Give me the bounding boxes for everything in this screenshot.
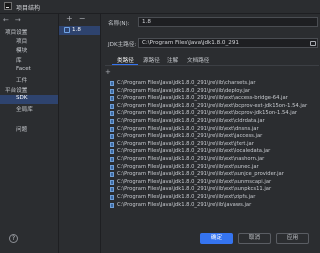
tab-annotations[interactable]: 注解 bbox=[167, 56, 178, 64]
jar-icon bbox=[110, 96, 114, 102]
jar-icon bbox=[110, 172, 114, 178]
left-navigation: ← → 项目设置 项目 模块 库 Facet 工件 平台设置 SDK 全局库 问题 bbox=[0, 14, 59, 253]
jar-icon bbox=[110, 202, 114, 208]
jar-icon bbox=[110, 194, 114, 200]
add-sdk-button[interactable]: + bbox=[66, 14, 73, 23]
tab-sourcepath[interactable]: 源路径 bbox=[143, 56, 160, 64]
jar-icon bbox=[110, 187, 114, 193]
jar-icon bbox=[110, 156, 114, 162]
tab-classpath[interactable]: 类路径 bbox=[117, 56, 134, 64]
help-button[interactable]: ? bbox=[9, 234, 18, 243]
back-arrow-icon[interactable]: ← bbox=[3, 16, 9, 24]
tab-documentation[interactable]: 文档路径 bbox=[187, 56, 209, 64]
nav-item-global-libraries[interactable]: 全局库 bbox=[16, 105, 33, 113]
forward-arrow-icon[interactable]: → bbox=[15, 16, 21, 24]
jar-icon bbox=[110, 88, 114, 94]
project-settings-header: 项目设置 bbox=[5, 30, 28, 36]
intellij-app-icon bbox=[4, 2, 12, 10]
apply-button[interactable]: 应用 bbox=[276, 233, 309, 244]
nav-history: ← → bbox=[3, 16, 27, 24]
jdk-folder-icon bbox=[64, 27, 70, 33]
sdk-list-item[interactable]: 1.8 bbox=[59, 26, 100, 35]
title-bar: 项目结构 bbox=[0, 0, 320, 14]
sdk-detail-panel: 名称(N): 1.8 JDK主路径: C:\Program Files\Java… bbox=[101, 14, 320, 253]
jar-icon bbox=[110, 103, 114, 109]
nav-item-project[interactable]: 项目 bbox=[16, 37, 27, 45]
jar-icon bbox=[110, 111, 114, 117]
jdk-home-path-input[interactable]: C:\Program Files\Java\jdk1.8.0_291 bbox=[138, 38, 318, 48]
sdk-toolbar: + − bbox=[66, 14, 91, 23]
jar-icon bbox=[110, 118, 114, 124]
jar-icon bbox=[110, 141, 114, 147]
browse-folder-icon[interactable] bbox=[310, 40, 316, 46]
nav-item-problems[interactable]: 问题 bbox=[16, 125, 27, 133]
nav-item-sdk[interactable]: SDK bbox=[0, 95, 58, 104]
jar-icon bbox=[110, 164, 114, 170]
sdk-item-label: 1.8 bbox=[72, 27, 81, 33]
jar-icon bbox=[110, 149, 114, 155]
nav-item-facets[interactable]: Facet bbox=[16, 66, 31, 72]
nav-item-artifacts[interactable]: 工件 bbox=[16, 76, 27, 84]
cancel-button[interactable]: 取消 bbox=[238, 233, 271, 244]
sdk-name-input[interactable]: 1.8 bbox=[138, 17, 318, 27]
window-title: 项目结构 bbox=[16, 5, 41, 12]
name-label: 名称(N): bbox=[108, 21, 130, 27]
remove-sdk-button[interactable]: − bbox=[79, 14, 86, 23]
jar-icon bbox=[110, 134, 114, 140]
jdk-home-label: JDK主路径: bbox=[108, 42, 137, 48]
ok-button[interactable]: 确定 bbox=[200, 233, 233, 244]
jar-icon bbox=[110, 179, 114, 185]
sdk-list-pane: + − 1.8 bbox=[59, 14, 101, 253]
tab-separator bbox=[105, 65, 319, 66]
classpath-list[interactable]: C:\Program Files\Java\jdk1.8.0_291\jre\l… bbox=[104, 80, 319, 246]
add-classpath-button[interactable]: + bbox=[105, 68, 111, 76]
jar-icon bbox=[110, 81, 114, 86]
nav-item-modules[interactable]: 模块 bbox=[16, 46, 27, 54]
jar-icon bbox=[110, 126, 114, 132]
platform-settings-header: 平台设置 bbox=[5, 88, 28, 94]
nav-item-libraries[interactable]: 库 bbox=[16, 56, 22, 64]
